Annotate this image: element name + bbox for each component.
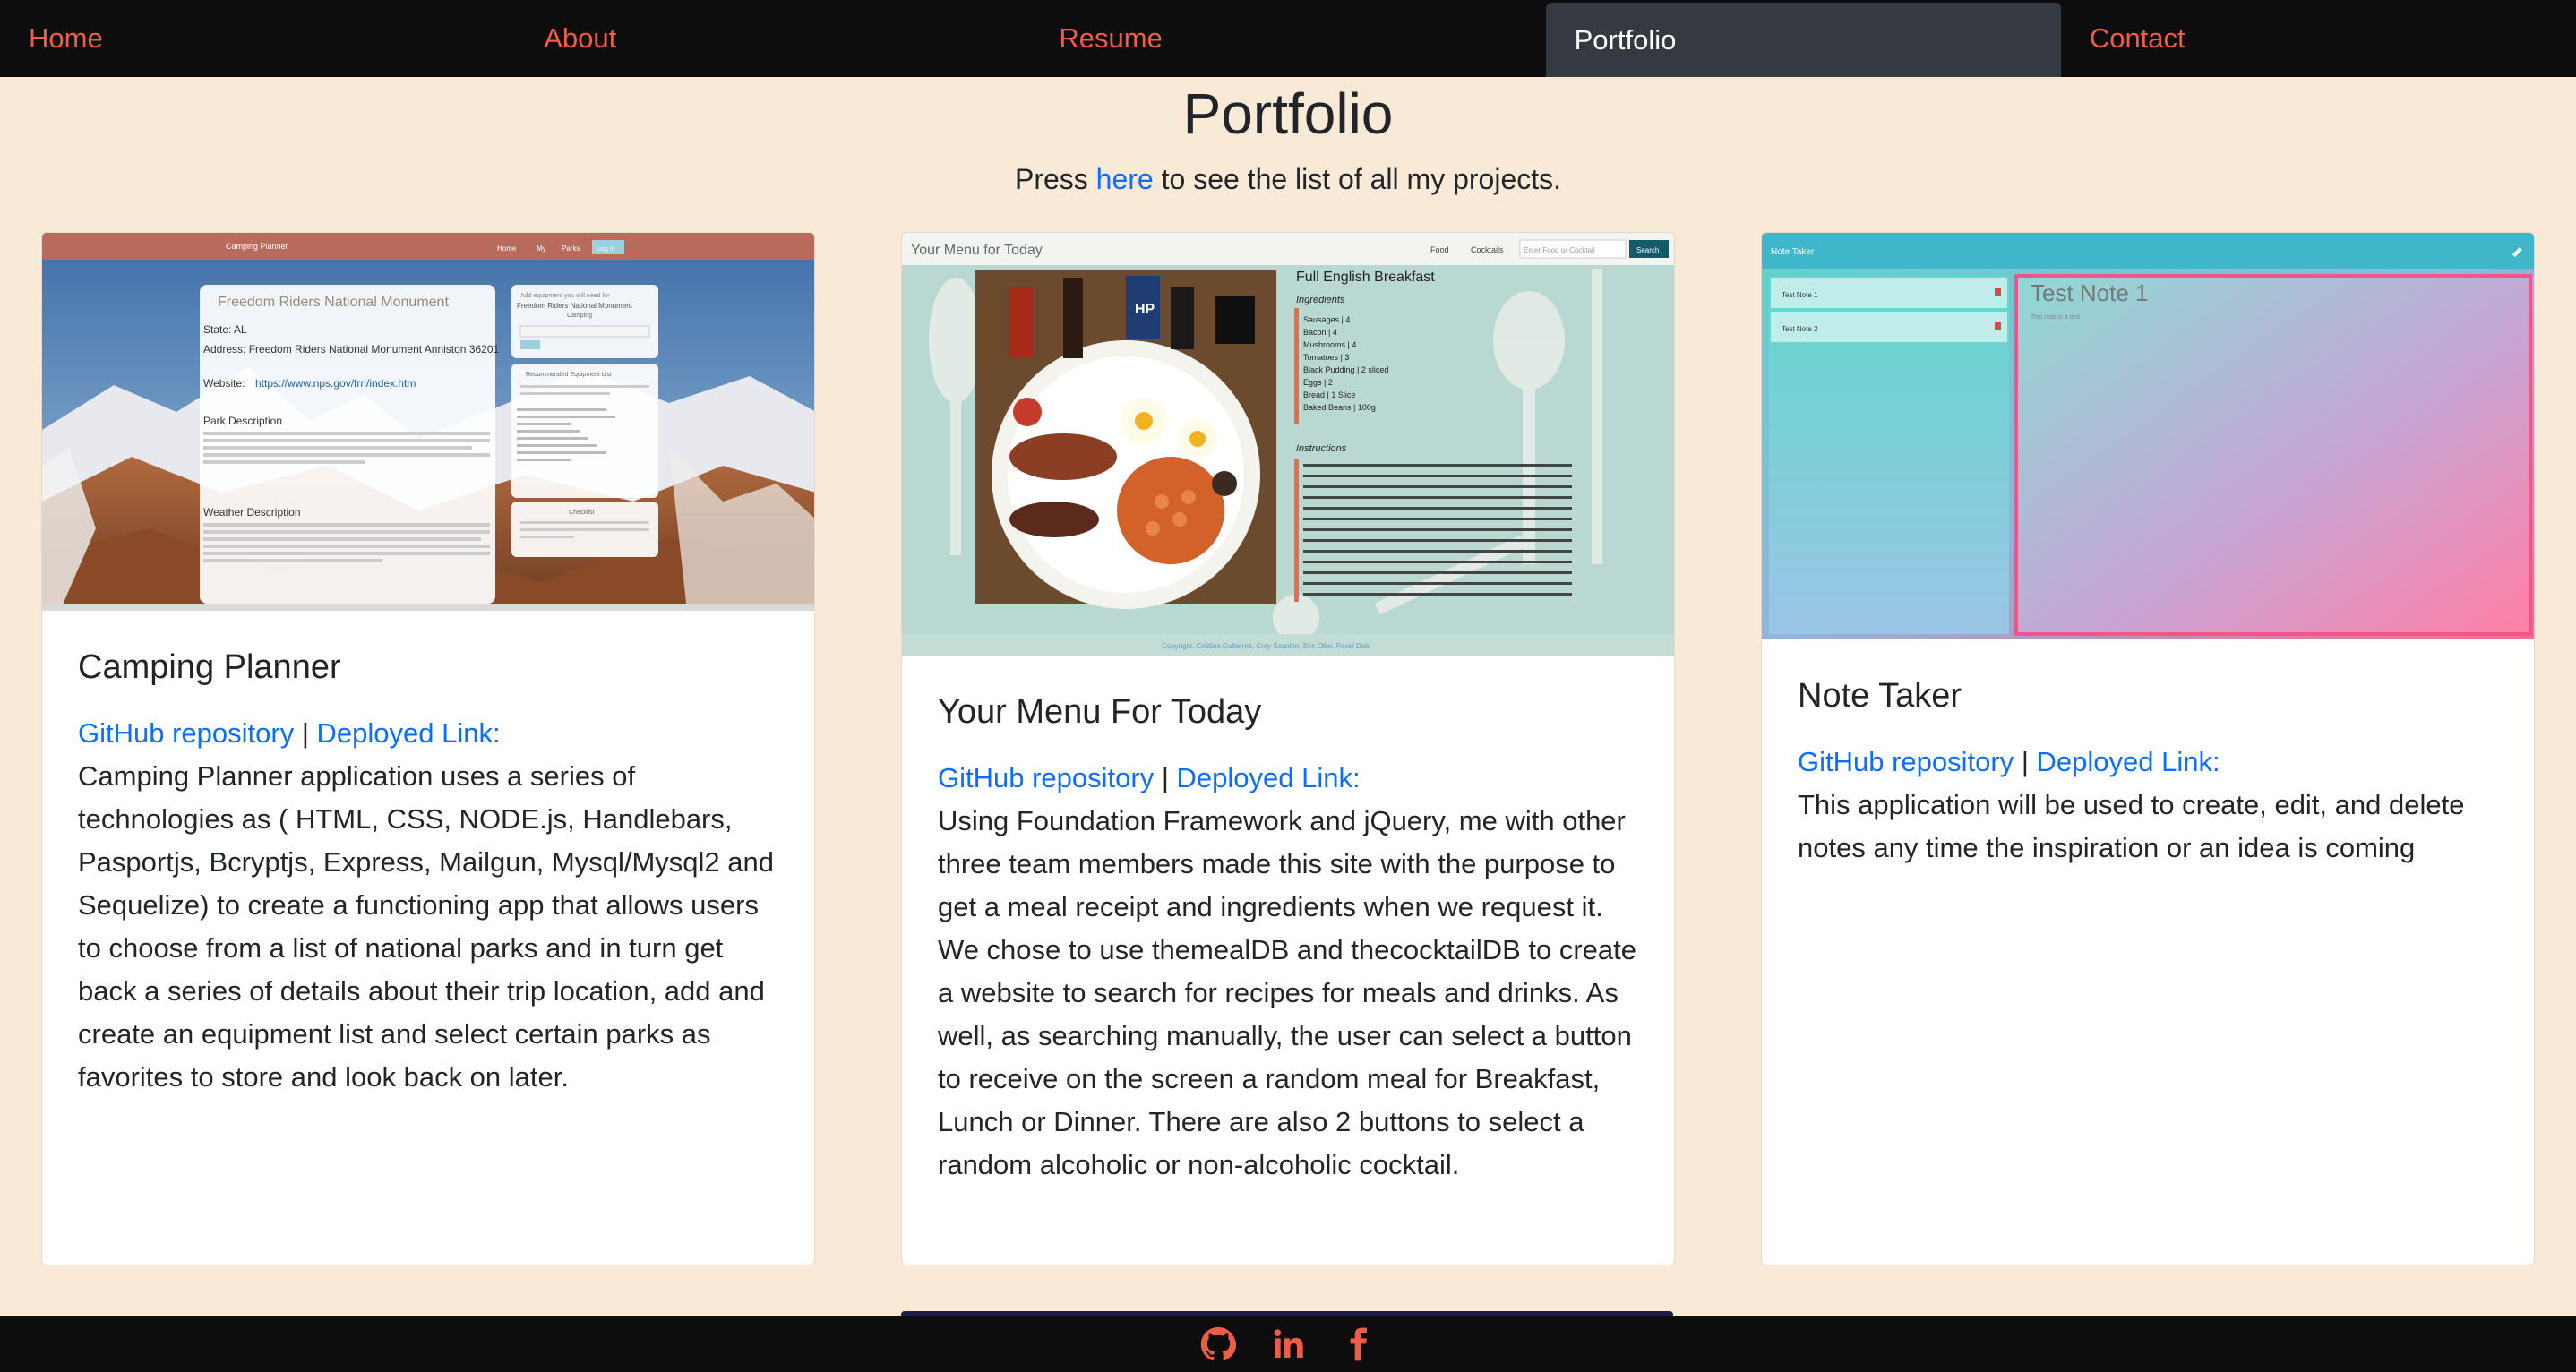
deployed-link[interactable]: Deployed Link:	[2037, 746, 2220, 777]
svg-text:Address: Freedom Riders Nation: Address: Freedom Riders National Monumen…	[203, 343, 500, 356]
note-taker-body: Note Taker GitHub repository | Deployed …	[1798, 677, 2498, 870]
svg-text:Bacon | 4: Bacon | 4	[1303, 328, 1337, 337]
svg-text:Enter Food or Cocktail: Enter Food or Cocktail	[1524, 246, 1595, 254]
svg-text:Food: Food	[1430, 245, 1449, 254]
svg-text:Freedom Riders National Monume: Freedom Riders National Monument	[218, 295, 449, 310]
svg-text:Website:: Website:	[203, 377, 245, 390]
your-menu-screenshot-art: Your Menu for Today Food Cocktails Enter…	[902, 233, 1674, 656]
github-repository-link[interactable]: GitHub repository	[1798, 746, 2014, 777]
subtitle-before: Press	[1014, 163, 1096, 195]
project-card-camping-planner: Camping Planner Home My Parks Log In Fre…	[41, 232, 815, 1265]
svg-text:Sausages | 4: Sausages | 4	[1303, 315, 1350, 324]
svg-text:Parks: Parks	[562, 244, 580, 253]
card-title: Camping Planner	[78, 648, 341, 686]
subtitle-after: to see the list of all my projects.	[1153, 163, 1562, 195]
your-menu-screenshot[interactable]: Your Menu for Today Food Cocktails Enter…	[902, 233, 1674, 656]
nav-resume[interactable]: Resume	[1030, 0, 1545, 77]
camping-planner-screenshot-art: Camping Planner Home My Parks Log In Fre…	[42, 233, 814, 611]
camping-planner-screenshot[interactable]: Camping Planner Home My Parks Log In Fre…	[42, 233, 814, 611]
your-menu-body: Your Menu For Today GitHub repository | …	[938, 693, 1638, 1187]
card-description: Camping Planner application uses a serie…	[78, 760, 774, 1093]
svg-text:Checklist: Checklist	[569, 510, 594, 516]
svg-text:Baked Beans | 100g: Baked Beans | 100g	[1303, 403, 1376, 412]
facebook-icon[interactable]	[1340, 1326, 1376, 1362]
card-links: GitHub repository | Deployed Link:	[938, 757, 1638, 800]
deployed-link[interactable]: Deployed Link:	[1177, 762, 1361, 793]
footer	[0, 1316, 2576, 1372]
deployed-link[interactable]: Deployed Link:	[317, 717, 501, 749]
svg-text:https://www.nps.gov/frri/index: https://www.nps.gov/frri/index.htm	[255, 377, 416, 390]
card-title: Note Taker	[1798, 677, 1962, 715]
svg-text:State: AL: State: AL	[203, 323, 247, 336]
svg-text:Freedom Riders National Monume: Freedom Riders National Monument	[517, 302, 633, 310]
card-links: GitHub repository | Deployed Link:	[1798, 741, 2498, 784]
svg-text:Eggs | 2: Eggs | 2	[1303, 378, 1333, 387]
note-taker-screenshot[interactable]: Note Taker Test Note 1 Test Note 2 Test …	[1762, 233, 2534, 639]
all-projects-link[interactable]: here	[1096, 163, 1154, 195]
svg-text:Copyright: Cristina Gutierrez,: Copyright: Cristina Gutierrez, Cory Scan…	[1162, 642, 1370, 650]
svg-text:Full English Breakfast: Full English Breakfast	[1296, 270, 1435, 285]
page-title: Portfolio	[1182, 81, 1394, 146]
svg-text:Log In: Log In	[597, 246, 615, 253]
svg-text:Camping: Camping	[567, 313, 592, 319]
card-links: GitHub repository | Deployed Link:	[78, 712, 778, 755]
svg-text:Ingredients: Ingredients	[1296, 295, 1345, 305]
linkedin-icon[interactable]	[1270, 1326, 1306, 1362]
github-repository-link[interactable]: GitHub repository	[78, 717, 294, 749]
github-icon[interactable]	[1200, 1326, 1236, 1362]
camping-planner-body: Camping Planner GitHub repository | Depl…	[78, 648, 778, 1099]
svg-text:Home: Home	[497, 244, 517, 253]
svg-text:Add equipment you will need fo: Add equipment you will need for	[520, 293, 610, 299]
svg-text:Test Note 1: Test Note 1	[2031, 279, 2149, 306]
svg-text:Mushrooms | 4: Mushrooms | 4	[1303, 340, 1356, 349]
svg-text:This note is a test: This note is a test	[2031, 314, 2080, 321]
note-taker-screenshot-art: Note Taker Test Note 1 Test Note 2 Test …	[1762, 233, 2534, 639]
svg-text:My: My	[537, 244, 546, 253]
svg-text:Cocktails: Cocktails	[1471, 245, 1504, 254]
nav-about[interactable]: About	[515, 0, 1030, 77]
svg-text:Camping Planner: Camping Planner	[226, 242, 288, 251]
svg-text:Your Menu for Today: Your Menu for Today	[911, 243, 1043, 258]
svg-text:Instructions: Instructions	[1296, 443, 1347, 454]
svg-text:Search: Search	[1636, 246, 1659, 254]
link-separator: |	[2021, 746, 2029, 777]
card-description: This application will be used to create,…	[1798, 789, 2465, 863]
page-subtitle: Press here to see the list of all my pro…	[0, 163, 2576, 196]
nav-contact[interactable]: Contact	[2061, 0, 2576, 77]
card-description: Using Foundation Framework and jQuery, m…	[938, 805, 1637, 1180]
svg-text:Bread | 1 Slice: Bread | 1 Slice	[1303, 390, 1355, 399]
github-repository-link[interactable]: GitHub repository	[938, 762, 1154, 793]
link-separator: |	[301, 717, 309, 749]
svg-text:HP: HP	[1135, 302, 1155, 317]
nav-portfolio[interactable]: Portfolio	[1545, 3, 2061, 77]
card-title: Your Menu For Today	[938, 693, 1262, 731]
top-nav: Home About Resume Portfolio Contact	[0, 0, 2576, 77]
svg-text:Recommended Equipment List: Recommended Equipment List	[526, 372, 612, 378]
svg-text:Park Description: Park Description	[203, 415, 282, 427]
project-card-note-taker: Note Taker Test Note 1 Test Note 2 Test …	[1761, 232, 2535, 1265]
svg-text:Black Pudding | 2 sliced: Black Pudding | 2 sliced	[1303, 365, 1388, 374]
svg-text:Tomatoes | 3: Tomatoes | 3	[1303, 353, 1349, 362]
svg-text:Test Note 2: Test Note 2	[1782, 325, 1818, 333]
svg-text:Weather Description: Weather Description	[203, 506, 301, 519]
nav-home[interactable]: Home	[0, 0, 515, 77]
svg-text:Note Taker: Note Taker	[1771, 247, 1815, 257]
svg-text:Test Note 1: Test Note 1	[1782, 291, 1818, 299]
link-separator: |	[1161, 762, 1169, 793]
project-card-your-menu-for-today: Your Menu for Today Food Cocktails Enter…	[901, 232, 1675, 1265]
